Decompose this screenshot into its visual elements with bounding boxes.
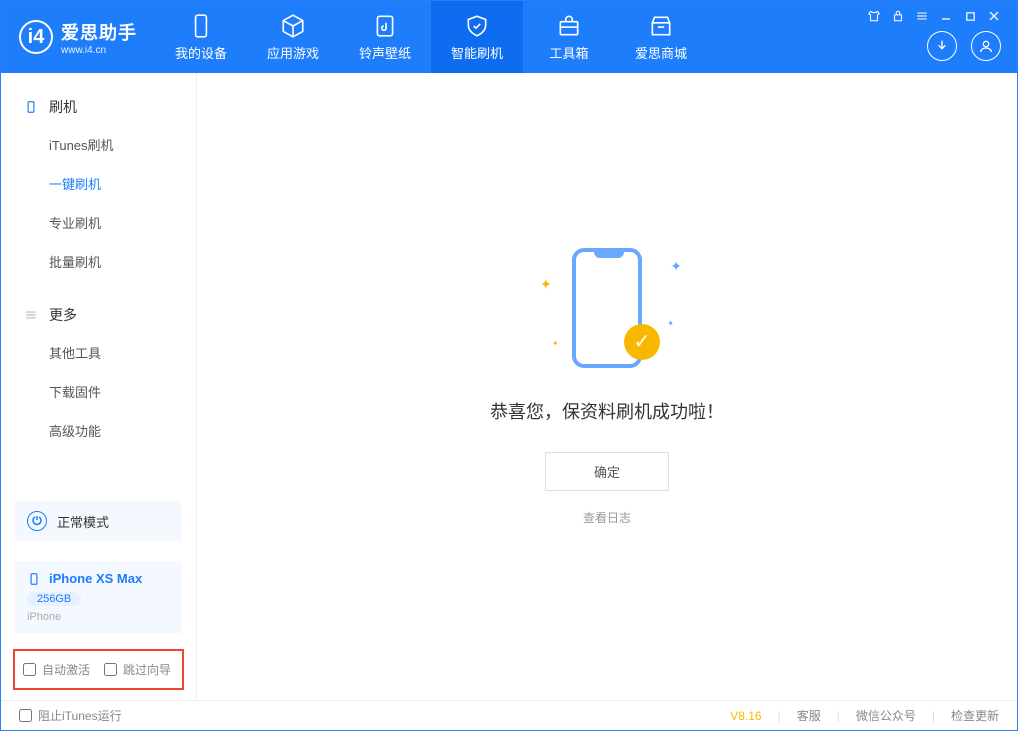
sidebar-section-more[interactable]: 更多 [1,297,196,333]
check-badge-icon: ✓ [624,324,660,360]
chk-skip-guide-input[interactable] [104,663,117,676]
mode-icon [27,511,47,531]
sidebar-item-download-firmware[interactable]: 下载固件 [1,372,196,411]
sparkle-icon: ✦ [540,276,552,293]
tab-toolbox[interactable]: 工具箱 [523,1,615,73]
chk-block-itunes[interactable]: 阻止iTunes运行 [19,707,122,724]
menu-icon[interactable] [915,9,929,23]
highlighted-options: 自动激活 跳过向导 [13,649,184,690]
music-file-icon [372,13,398,39]
logo[interactable]: i4 爱思助手 www.i4.cn [1,19,155,56]
sidebar-item-pro-flash[interactable]: 专业刷机 [1,203,196,242]
sidebar-item-other-tools[interactable]: 其他工具 [1,333,196,372]
phone-small-icon [27,572,41,586]
sparkle-icon: ✦ [670,258,682,275]
sparkle-icon: ✦ [667,319,674,328]
device-icon [23,99,39,115]
mode-label: 正常模式 [57,512,109,531]
device-capacity: 256GB [27,592,81,606]
device-type: iPhone [27,611,170,623]
chk-label: 自动激活 [42,661,90,678]
sidebar-item-oneclick-flash[interactable]: 一键刷机 [1,164,196,203]
tab-store[interactable]: 爱思商城 [615,1,707,73]
tab-my-device[interactable]: 我的设备 [155,1,247,73]
lock-icon[interactable] [891,9,905,23]
store-icon [648,13,674,39]
section-title: 刷机 [49,97,77,117]
refresh-shield-icon [464,13,490,39]
logo-subtitle: www.i4.cn [61,45,137,56]
wechat-link[interactable]: 微信公众号 [856,707,916,724]
tab-label: 我的设备 [175,43,227,62]
view-log-link[interactable]: 查看日志 [583,509,631,526]
chk-label: 跳过向导 [123,661,171,678]
device-mode-box[interactable]: 正常模式 [15,501,182,541]
tab-label: 工具箱 [549,43,588,62]
main-content: ✦ ✦ ✦ ✦ ✓ 恭喜您，保资料刷机成功啦！ 确定 查看日志 [197,73,1017,700]
cube-icon [280,13,306,39]
success-illustration: ✦ ✦ ✦ ✦ ✓ [532,248,682,378]
ok-button[interactable]: 确定 [545,452,669,491]
section-title: 更多 [49,305,77,325]
chk-auto-activate[interactable]: 自动激活 [23,661,90,678]
download-button[interactable] [927,31,957,61]
list-icon [23,307,39,323]
tab-label: 铃声壁纸 [359,43,411,62]
header: i4 爱思助手 www.i4.cn 我的设备 应用游戏 铃声壁纸 智能刷机 工具… [1,1,1017,73]
customer-service-link[interactable]: 客服 [797,707,821,724]
sidebar-item-itunes-flash[interactable]: iTunes刷机 [1,125,196,164]
check-update-link[interactable]: 检查更新 [951,707,999,724]
success-message: 恭喜您，保资料刷机成功啦！ [490,398,724,424]
sidebar-item-batch-flash[interactable]: 批量刷机 [1,242,196,281]
tab-label: 应用游戏 [267,43,319,62]
chk-block-itunes-input[interactable] [19,709,32,722]
chk-auto-activate-input[interactable] [23,663,36,676]
tab-ringtones[interactable]: 铃声壁纸 [339,1,431,73]
tab-apps[interactable]: 应用游戏 [247,1,339,73]
logo-title: 爱思助手 [61,19,137,45]
sidebar-item-advanced[interactable]: 高级功能 [1,411,196,450]
maximize-icon[interactable] [963,9,977,23]
device-name: iPhone XS Max [49,571,142,586]
minimize-icon[interactable] [939,9,953,23]
user-button[interactable] [971,31,1001,61]
tab-flash[interactable]: 智能刷机 [431,1,523,73]
sidebar: 刷机 iTunes刷机 一键刷机 专业刷机 批量刷机 更多 其他工具 下载固件 … [1,73,197,700]
nav-tabs: 我的设备 应用游戏 铃声壁纸 智能刷机 工具箱 爱思商城 [155,1,707,73]
shirt-icon[interactable] [867,9,881,23]
footer: 阻止iTunes运行 V8.16 | 客服 | 微信公众号 | 检查更新 [1,700,1017,730]
version-label: V8.16 [730,709,761,723]
tab-label: 智能刷机 [451,43,503,62]
chk-label: 阻止iTunes运行 [38,707,122,724]
toolbox-icon [556,13,582,39]
sidebar-section-flash[interactable]: 刷机 [1,89,196,125]
chk-skip-guide[interactable]: 跳过向导 [104,661,171,678]
close-icon[interactable] [987,9,1001,23]
logo-icon: i4 [19,20,53,54]
device-info-box[interactable]: iPhone XS Max 256GB iPhone [15,561,182,633]
sparkle-icon: ✦ [552,339,559,348]
phone-icon [188,13,214,39]
tab-label: 爱思商城 [635,43,687,62]
